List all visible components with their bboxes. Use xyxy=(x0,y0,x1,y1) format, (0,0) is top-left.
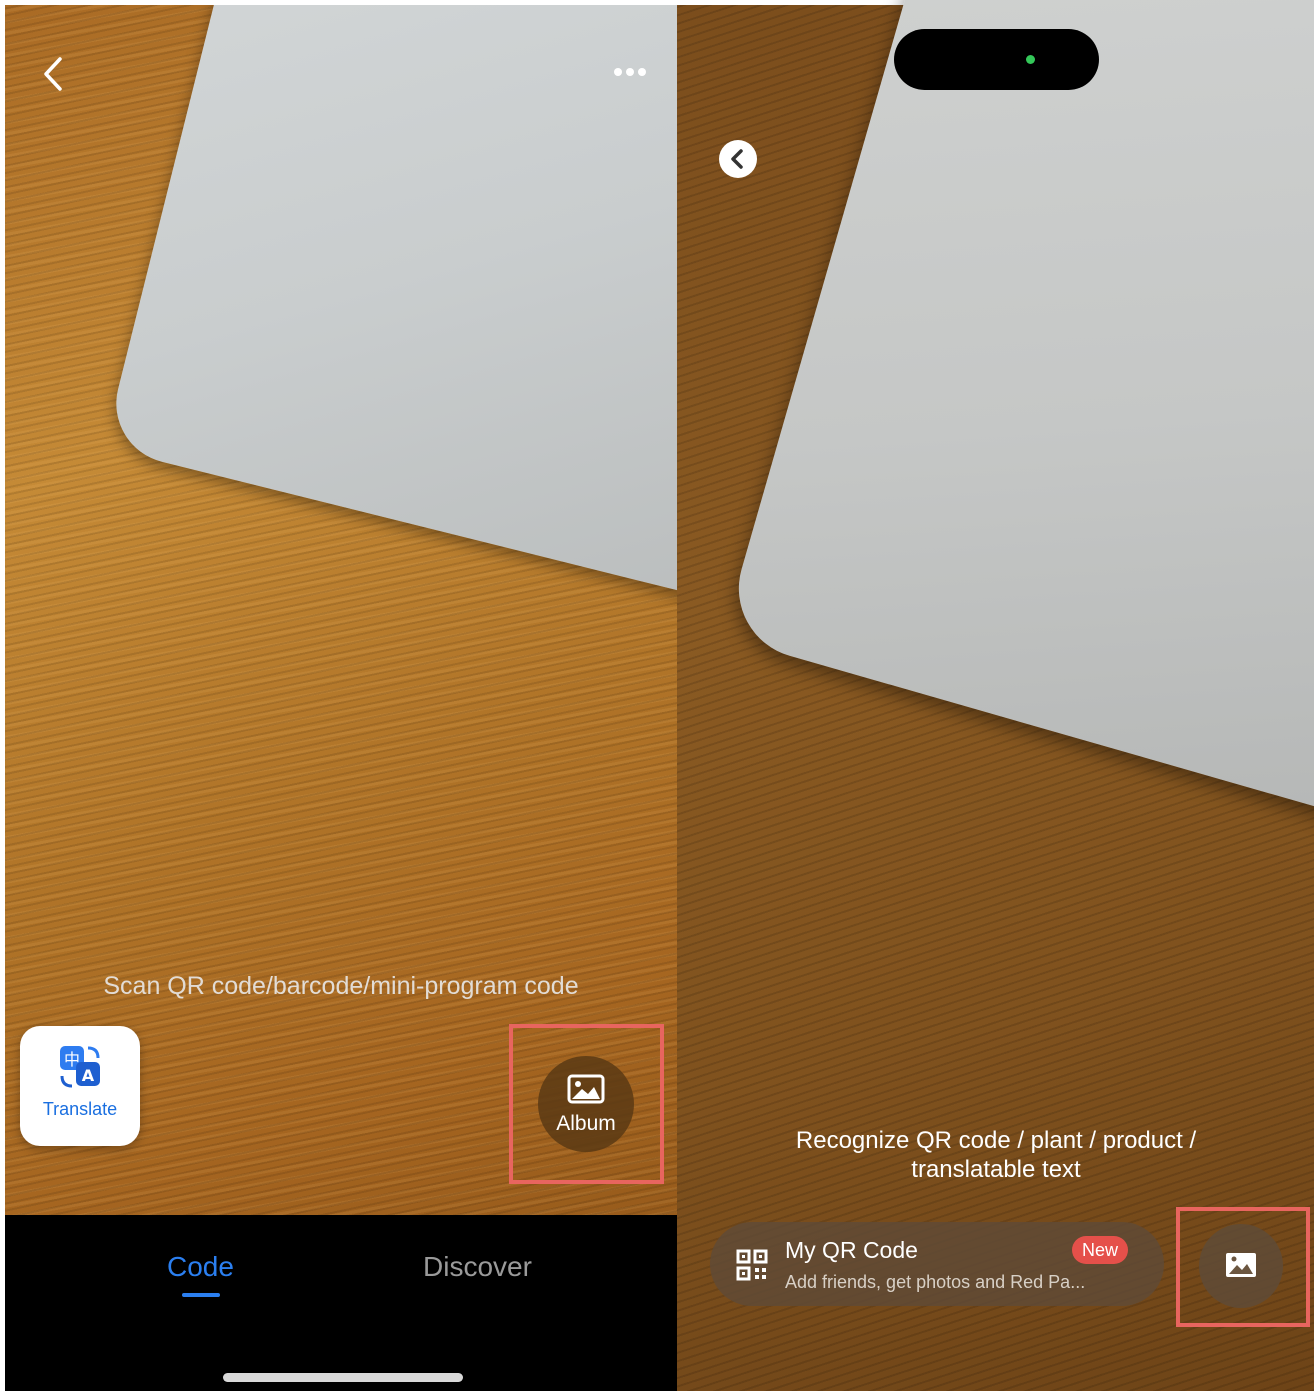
bottom-tab-bar: Code Discover xyxy=(5,1215,677,1391)
back-icon[interactable] xyxy=(38,55,72,93)
new-badge: New xyxy=(1072,1236,1129,1264)
my-qr-code-subtitle: Add friends, get photos and Red Pa... xyxy=(785,1272,1086,1292)
svg-text:A: A xyxy=(82,1066,95,1085)
translate-label: Translate xyxy=(42,1099,118,1119)
more-icon[interactable] xyxy=(610,60,650,84)
recognize-hint-text: Recognize QR code / plant / product / tr… xyxy=(760,1126,1232,1184)
tab-discover[interactable]: Discover xyxy=(423,1251,532,1283)
home-indicator xyxy=(223,1373,463,1382)
dynamic-island xyxy=(894,29,1099,90)
scan-hint-text: Scan QR code/barcode/mini-program code xyxy=(103,972,579,1000)
album-highlight-box xyxy=(1176,1207,1310,1327)
my-qr-code-title: My QR Code xyxy=(785,1237,918,1263)
translate-icon: 中 A xyxy=(60,1046,100,1088)
back-button[interactable] xyxy=(719,140,757,178)
active-tab-indicator xyxy=(182,1293,220,1297)
back-icon xyxy=(731,149,743,169)
recognize-hint-line-1: Recognize QR code / plant / product / xyxy=(795,1127,1197,1154)
tab-code[interactable]: Code xyxy=(167,1251,234,1283)
camera-indicator-dot xyxy=(1026,55,1035,64)
recognize-hint-line-2: translatable text xyxy=(911,1156,1081,1183)
album-highlight-box xyxy=(509,1024,664,1184)
translate-button[interactable]: 中 A Translate xyxy=(20,1026,140,1146)
qr-code-icon xyxy=(736,1249,768,1281)
my-qr-code-button[interactable]: My QR Code New Add friends, get photos a… xyxy=(710,1222,1164,1306)
